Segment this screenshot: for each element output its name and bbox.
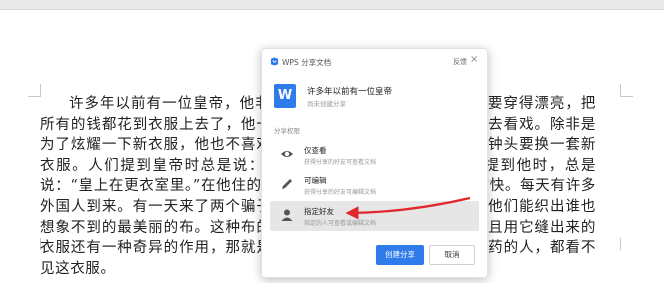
pencil-icon <box>282 179 292 189</box>
permission-option-specific-friends[interactable]: 指定好友 指定的人可查看或编辑文档 <box>270 201 479 231</box>
share-status: 尚未创建分享 <box>307 100 346 108</box>
wps-logo-icon <box>270 57 279 66</box>
permission-option-editable[interactable]: 可编辑 获得分享的好友可编辑文档 <box>270 170 479 200</box>
eye-icon <box>281 151 293 157</box>
permission-description: 指定的人可查看或编辑文档 <box>304 220 377 227</box>
permission-title: 可编辑 <box>304 176 327 185</box>
file-name: 许多年以前有一位皇帝 <box>307 87 393 97</box>
permission-description: 获得分享的好友可查看文档 <box>304 159 377 166</box>
permission-title: 仅查看 <box>304 146 327 155</box>
share-dialog: WPS 分享文档 反馈 × W 许多年以前有一位皇帝 尚未创建分享 分享权限 仅… <box>261 48 488 278</box>
permission-description: 获得分享的好友可编辑文档 <box>304 189 377 196</box>
permission-option-view-only[interactable]: 仅查看 获得分享的好友可查看文档 <box>270 140 479 170</box>
page-margin-mark-bottom-right <box>620 238 633 250</box>
user-icon <box>281 209 293 221</box>
close-icon[interactable]: × <box>470 54 478 65</box>
dialog-header: WPS 分享文档 反馈 × <box>262 49 487 75</box>
permission-title: 指定好友 <box>304 207 334 216</box>
cancel-button[interactable]: 取消 <box>429 245 475 265</box>
permission-section-label: 分享权限 <box>274 127 300 135</box>
page-margin-mark-top-right <box>620 84 633 97</box>
create-share-button[interactable]: 创建分享 <box>376 245 424 265</box>
wps-writer-file-icon: W <box>274 84 296 108</box>
window-top-strip <box>0 0 664 10</box>
feedback-link[interactable]: 反馈 <box>453 57 467 67</box>
dialog-title: WPS 分享文档 <box>282 58 332 67</box>
